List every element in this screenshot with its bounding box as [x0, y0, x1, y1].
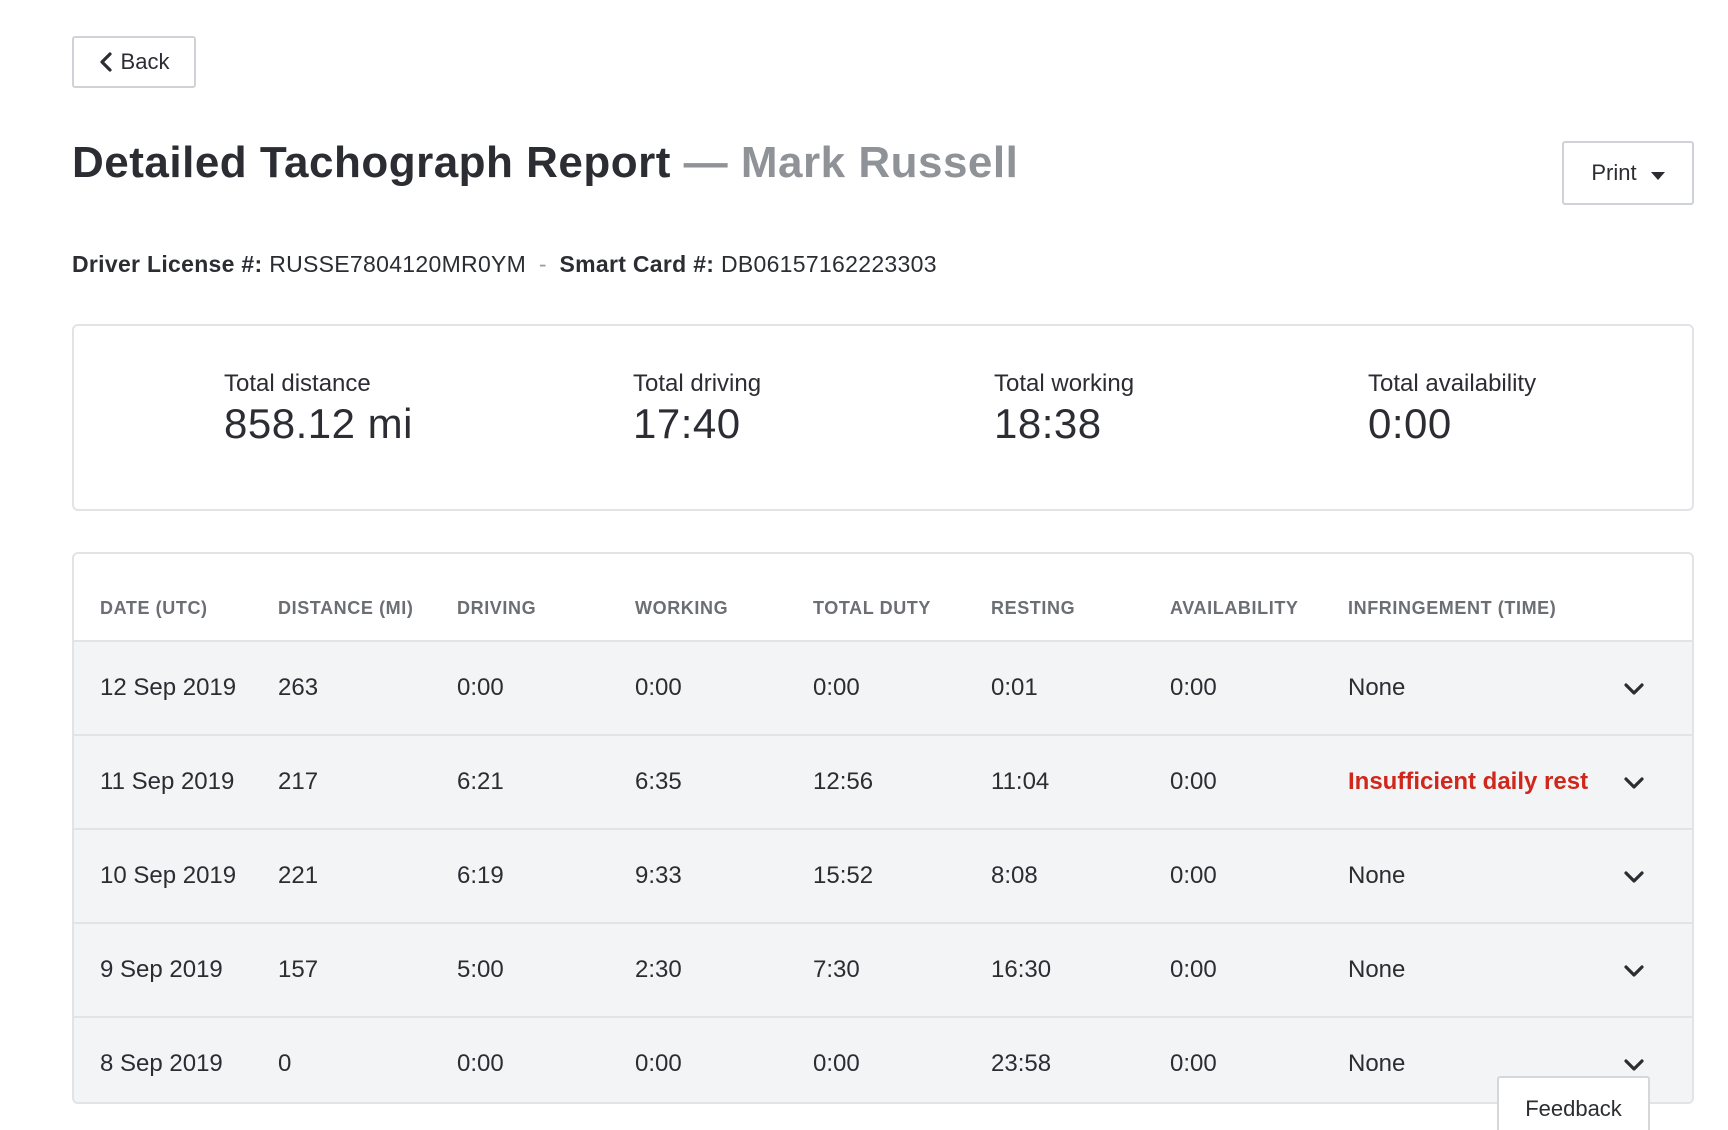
- cell-total-duty: 12:56: [813, 768, 874, 795]
- column-header-availability: AVAILABILITY: [1170, 598, 1299, 618]
- back-label: Back: [120, 49, 170, 74]
- stat-value: 0:00: [1368, 400, 1452, 447]
- table-row[interactable]: 11 Sep 2019 217 6:21 6:35 12:56 11:04 0:…: [74, 736, 1692, 830]
- cell-infringement: None: [1348, 956, 1406, 983]
- cell-availability: 0:00: [1170, 674, 1217, 701]
- chevron-down-icon[interactable]: [1624, 964, 1644, 982]
- cell-infringement: None: [1348, 862, 1406, 889]
- cell-working: 2:30: [635, 956, 682, 983]
- stat-value: 18:38: [994, 400, 1102, 447]
- report-title: Detailed Tachograph Report: [72, 138, 671, 187]
- license-label: Driver License #:: [72, 251, 263, 277]
- cell-distance: 263: [278, 674, 319, 701]
- column-header-resting: RESTING: [991, 598, 1076, 618]
- cell-resting: 23:58: [991, 1050, 1052, 1077]
- stat-total-availability: Total availability 0:00: [1368, 370, 1536, 448]
- driver-name-subtitle: — Mark Russell: [683, 138, 1019, 187]
- column-header-working: WORKING: [635, 598, 729, 618]
- cell-date: 12 Sep 2019: [100, 674, 237, 701]
- driver-info: Driver License #: RUSSE7804120MR0YM - Sm…: [72, 251, 937, 278]
- daily-report-table: DATE (UTC) DISTANCE (MI) DRIVING WORKING…: [72, 552, 1694, 1104]
- cell-working: 9:33: [635, 862, 682, 889]
- cell-infringement-alert: Insufficient daily rest: [1348, 768, 1589, 795]
- table-header: DATE (UTC) DISTANCE (MI) DRIVING WORKING…: [74, 554, 1692, 642]
- column-header-date: DATE (UTC): [100, 598, 208, 618]
- cell-date: 11 Sep 2019: [100, 768, 235, 795]
- table-row[interactable]: 8 Sep 2019 0 0:00 0:00 0:00 23:58 0:00 N…: [74, 1018, 1692, 1102]
- cell-distance: 217: [278, 768, 319, 795]
- cell-date: 8 Sep 2019: [100, 1050, 223, 1077]
- cell-distance: 157: [278, 956, 319, 983]
- column-header-total-duty: TOTAL DUTY: [813, 598, 931, 618]
- stat-total-driving: Total driving 17:40: [633, 370, 761, 448]
- back-button[interactable]: Back: [72, 36, 196, 88]
- chevron-down-icon[interactable]: [1624, 682, 1644, 700]
- cell-total-duty: 7:30: [813, 956, 860, 983]
- cell-date: 10 Sep 2019: [100, 862, 237, 889]
- cell-resting: 11:04: [991, 768, 1050, 795]
- cell-availability: 0:00: [1170, 768, 1217, 795]
- stat-total-distance: Total distance 858.12 mi: [224, 370, 413, 448]
- chevron-down-icon[interactable]: [1624, 1058, 1644, 1076]
- chevron-down-icon[interactable]: [1624, 870, 1644, 888]
- cell-driving: 0:00: [457, 674, 504, 701]
- cell-total-duty: 0:00: [813, 1050, 860, 1077]
- cell-driving: 5:00: [457, 956, 504, 983]
- summary-card: Total distance 858.12 mi Total driving 1…: [72, 324, 1694, 511]
- cell-driving: 0:00: [457, 1050, 504, 1077]
- license-value: RUSSE7804120MR0YM: [269, 251, 527, 277]
- stat-total-working: Total working 18:38: [994, 370, 1134, 448]
- cell-working: 0:00: [635, 1050, 682, 1077]
- caret-down-icon: [1650, 160, 1665, 186]
- chevron-left-icon: [99, 52, 113, 72]
- print-button[interactable]: Print: [1562, 141, 1694, 205]
- stat-label: Total driving: [633, 370, 762, 397]
- info-separator: -: [538, 251, 547, 277]
- smart-card-value: DB06157162223303: [720, 251, 937, 277]
- table-row[interactable]: 12 Sep 2019 263 0:00 0:00 0:00 0:01 0:00…: [74, 642, 1692, 736]
- page-title: Detailed Tachograph Report — Mark Russel…: [72, 138, 1018, 188]
- cell-working: 6:35: [635, 768, 682, 795]
- smart-card-label: Smart Card #:: [559, 251, 715, 277]
- cell-distance: 221: [278, 862, 319, 889]
- chevron-down-icon[interactable]: [1624, 776, 1644, 794]
- cell-availability: 0:00: [1170, 956, 1217, 983]
- cell-working: 0:00: [635, 674, 682, 701]
- cell-total-duty: 15:52: [813, 862, 874, 889]
- column-header-infringement: INFRINGEMENT (TIME): [1348, 598, 1557, 618]
- cell-distance: 0: [278, 1050, 292, 1077]
- stat-label: Total distance: [224, 370, 371, 397]
- cell-driving: 6:21: [457, 768, 504, 795]
- cell-total-duty: 0:00: [813, 674, 860, 701]
- cell-driving: 6:19: [457, 862, 504, 889]
- cell-date: 9 Sep 2019: [100, 956, 223, 983]
- cell-resting: 8:08: [991, 862, 1038, 889]
- cell-availability: 0:00: [1170, 862, 1217, 889]
- cell-resting: 16:30: [991, 956, 1052, 983]
- cell-availability: 0:00: [1170, 1050, 1217, 1077]
- table-row[interactable]: 9 Sep 2019 157 5:00 2:30 7:30 16:30 0:00…: [74, 924, 1692, 1018]
- cell-resting: 0:01: [991, 674, 1038, 701]
- cell-infringement: None: [1348, 1050, 1406, 1077]
- stat-value: 858.12 mi: [224, 400, 413, 447]
- stat-value: 17:40: [633, 400, 741, 447]
- cell-infringement: None: [1348, 674, 1406, 701]
- stat-label: Total availability: [1368, 370, 1537, 397]
- feedback-button[interactable]: Feedback: [1497, 1076, 1650, 1130]
- stat-label: Total working: [994, 370, 1135, 397]
- column-header-distance: DISTANCE (MI): [278, 598, 414, 618]
- column-header-driving: DRIVING: [457, 598, 537, 618]
- table-row[interactable]: 10 Sep 2019 221 6:19 9:33 15:52 8:08 0:0…: [74, 830, 1692, 924]
- print-label: Print: [1591, 160, 1637, 185]
